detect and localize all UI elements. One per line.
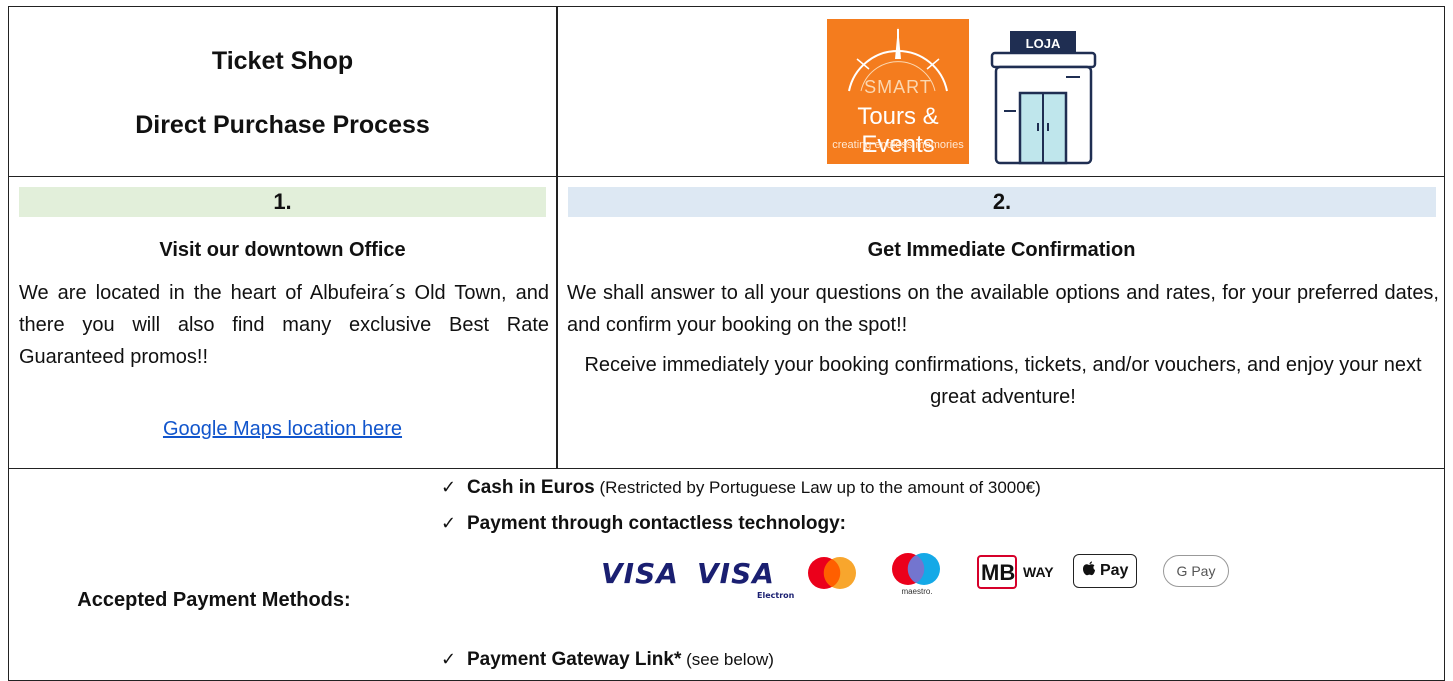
smart-tours-logo: SMART Tours & Events creating endless me… [827,19,969,164]
step2-title: Get Immediate Confirmation [867,239,1136,261]
step1-title: Visit our downtown Office [159,239,406,261]
step2-body-paragraph2: Receive immediately your booking confirm… [584,354,1422,408]
visa-electron-word: VISA [697,557,775,590]
visa-electron-logo: VISA Electron [697,557,794,600]
page-title: Ticket Shop [211,47,354,75]
google-maps-link[interactable]: Google Maps location here [9,418,556,441]
shop-icon: LOJA [986,27,1101,167]
visa-electron-sub: Electron [757,591,795,600]
step2-body: We shall answer to all your questions on… [567,277,1439,413]
steps-divider [556,177,558,469]
payment-item-gateway-note: (see below) [681,650,774,669]
checkmark-icon: ✓ [441,649,457,669]
logo-word-smart: SMART [864,77,932,97]
payment-item-cash-bold: Cash in Euros [467,477,595,498]
payment-item-cash: ✓ Cash in Euros (Restricted by Portuguese… [441,477,1041,499]
payment-methods-label: Accepted Payment Methods: [77,589,351,611]
mbway-logo-way: WAY [1023,564,1054,580]
payment-item-contactless-bold: Payment through contactless technology: [467,513,846,534]
step2-body-paragraph1: We shall answer to all your questions on… [567,282,1439,336]
payment-item-contactless: ✓ Payment through contactless technology: [441,513,846,535]
storefront-icon: LOJA [990,31,1097,165]
apple-icon [1082,561,1095,576]
maestro-icon [892,553,940,585]
checkmark-icon: ✓ [441,477,457,497]
purchase-process-table: Ticket Shop Direct Purchase Process SMAR… [8,6,1445,681]
visa-logo: VISA [601,557,679,590]
payment-card-logos: VISA VISA Electron maestro. MB WAY Pay G… [601,551,1281,601]
apple-pay-word: Pay [1099,562,1129,579]
step1-number: 1. [19,187,546,217]
shop-sign-text: LOJA [1026,36,1061,51]
checkmark-icon: ✓ [441,513,457,533]
apple-pay-logo: Pay [1073,554,1137,588]
page-subtitle: Direct Purchase Process [135,111,430,139]
header-row: Ticket Shop Direct Purchase Process SMAR… [9,7,1444,177]
maestro-logo: maestro. [889,551,945,597]
google-pay-logo: G Pay [1163,555,1229,587]
step2-number: 2. [568,187,1436,217]
mastercard-icon [808,557,856,589]
payment-row: Accepted Payment Methods: ✓ Cash in Euros… [9,469,1444,681]
payment-item-cash-note: (Restricted by Portuguese Law up to the … [594,478,1041,497]
payment-item-gateway: ✓ Payment Gateway Link* (see below) [441,649,774,671]
step1-body: We are located in the heart of Albufeira… [19,282,549,368]
mbway-logo-mb: MB [981,560,1016,585]
maestro-sub: maestro. [901,587,933,596]
mbway-logo: MB WAY [977,555,1067,591]
header-divider [556,7,558,177]
logo-tagline: creating endless memories [832,139,964,151]
payment-item-gateway-bold: Payment Gateway Link* [467,649,682,670]
steps-row: 1. 2. Visit our downtown Office Get Imme… [9,177,1444,469]
